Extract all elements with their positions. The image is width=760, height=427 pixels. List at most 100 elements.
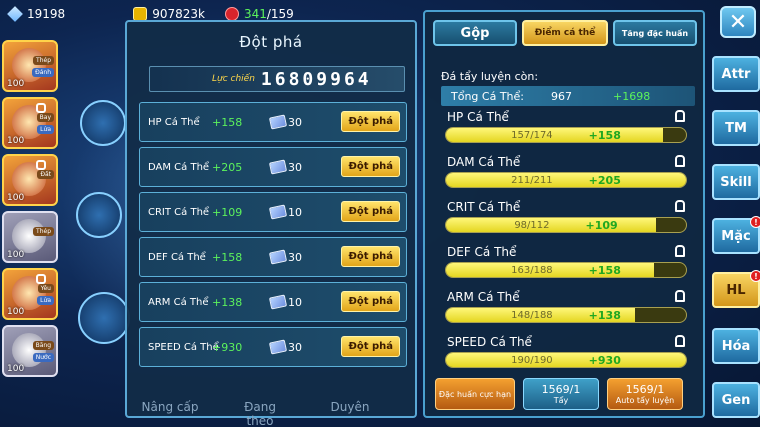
lock-icon[interactable]	[675, 245, 685, 257]
stat-cost: 10	[288, 205, 302, 219]
nav-upgrade[interactable]: Nâng cấp	[140, 400, 200, 427]
scroll-icon	[268, 339, 288, 355]
stat-row: SPEED Cá Thể +930 30 Đột phá	[139, 327, 407, 367]
gold-resource: 907823k	[133, 7, 205, 21]
training-stat-list: HP Cá Thể 157/174 +158 DAM Cá Thể 211/211 +20…	[441, 108, 697, 378]
nav-bond[interactable]: Duyên	[320, 400, 380, 427]
training-stat-name: HP Cá Thể	[447, 110, 509, 124]
gem-icon	[7, 6, 23, 22]
character-card[interactable]: Bay Lửa 100	[2, 97, 58, 149]
menu-skill[interactable]: Skill	[712, 164, 760, 200]
character-card[interactable]: Thép Đánh 100	[2, 40, 58, 92]
menu-mac[interactable]: Mặc!	[712, 216, 760, 254]
breakthrough-button[interactable]: Đột phá	[341, 336, 400, 357]
character-card[interactable]: Thép 100	[2, 211, 58, 263]
progress-bar: 163/188 +158	[445, 262, 687, 278]
tab-individual-points[interactable]: Điểm cá thể	[522, 20, 608, 46]
progress-bar: 98/112 +109	[445, 217, 687, 233]
lock-icon[interactable]	[675, 335, 685, 347]
ultimate-training-button[interactable]: Đặc huấn cực hạn	[435, 378, 515, 410]
wash-count: 1569/1	[541, 383, 581, 396]
progress-value: 163/188	[511, 264, 553, 276]
character-card[interactable]: Đất 100	[2, 154, 58, 206]
type-tag: Đất	[37, 170, 54, 179]
progress-bonus: +930	[588, 353, 621, 367]
equipment-slot[interactable]	[80, 100, 126, 146]
power-value: 16809964	[260, 68, 372, 90]
character-list: Thép Đánh 100 Bay Lửa 100 Đất 100 Thép 1…	[2, 40, 62, 382]
power-display: Lực chiến 16809964	[149, 66, 405, 92]
type-tag: Bay	[36, 113, 54, 122]
type-tag: Lửa	[37, 296, 54, 305]
character-card[interactable]: Yêu Lửa 100	[2, 268, 58, 320]
power-label: Lực chiến	[212, 74, 255, 84]
equipment-slot[interactable]	[76, 192, 122, 238]
character-level: 100	[7, 364, 25, 374]
stat-name: SPEED Cá Thể	[148, 341, 219, 353]
character-card[interactable]: Băng Nước 100	[2, 325, 58, 377]
type-tag: Đánh	[32, 68, 54, 77]
scroll-icon	[268, 249, 288, 265]
auto-wash-button[interactable]: 1569/1 Auto tẩy luyện	[607, 378, 683, 410]
progress-bonus: +158	[588, 128, 621, 142]
lock-icon[interactable]	[675, 290, 685, 302]
wash-button[interactable]: 1569/1 Tẩy	[523, 378, 599, 410]
menu-hoa[interactable]: Hóa	[712, 328, 760, 364]
progress-label: 148/188 +138	[446, 308, 686, 322]
lock-icon[interactable]	[675, 155, 685, 167]
breakthrough-stat-list: HP Cá Thể +158 30 Đột phá DAM Cá Thể +20…	[139, 102, 407, 372]
remaining-label: Đá tẩy luyện còn:	[441, 70, 539, 83]
progress-value: 157/174	[511, 129, 553, 141]
stat-bonus: +138	[212, 295, 243, 309]
stat-row: CRIT Cá Thể +109 10 Đột phá	[139, 192, 407, 232]
training-stat-row: SPEED Cá Thể 190/190 +930	[441, 333, 697, 378]
character-level: 100	[7, 136, 25, 146]
ultimate-label: Đặc huấn cực hạn	[438, 389, 512, 399]
training-stat-row: HP Cá Thể 157/174 +158	[441, 108, 697, 153]
close-button[interactable]: ✕	[720, 6, 756, 38]
bottom-nav: Nâng cấp Đang theo Duyên	[140, 400, 380, 427]
tab-merge[interactable]: Gộp	[433, 20, 517, 46]
breakthrough-button[interactable]: Đột phá	[341, 246, 400, 267]
lock-icon	[36, 274, 46, 284]
menu-hl[interactable]: HL!	[712, 270, 760, 308]
lock-icon	[36, 103, 46, 113]
breakthrough-button[interactable]: Đột phá	[341, 156, 400, 177]
total-bonus: +1698	[613, 89, 651, 103]
character-portrait	[12, 219, 46, 253]
stat-name: DEF Cá Thể	[148, 251, 206, 263]
type-tag: Băng	[32, 341, 54, 350]
menu-attr[interactable]: Attr	[712, 56, 760, 92]
lock-icon[interactable]	[675, 200, 685, 212]
stat-cost: 10	[288, 295, 302, 309]
training-stat-row: ARM Cá Thể 148/188 +138	[441, 288, 697, 333]
type-tag: Thép	[33, 56, 54, 65]
menu-gen[interactable]: Gen	[712, 382, 760, 418]
total-row: Tổng Cá Thể: 967 +1698	[441, 86, 695, 106]
scroll-icon	[268, 159, 288, 175]
menu-label: Skill	[720, 174, 752, 190]
character-level: 100	[7, 193, 25, 203]
progress-bonus: +138	[588, 308, 621, 322]
progress-bonus: +109	[585, 218, 618, 232]
stat-row: ARM Cá Thể +138 10 Đột phá	[139, 282, 407, 322]
stat-cost: 30	[288, 160, 302, 174]
lock-icon	[36, 160, 46, 170]
character-level: 100	[7, 79, 25, 89]
training-stat-name: SPEED Cá Thể	[447, 335, 532, 349]
auto-count: 1569/1	[625, 383, 665, 396]
lock-icon[interactable]	[675, 110, 685, 122]
progress-bonus: +205	[588, 173, 621, 187]
breakthrough-button[interactable]: Đột phá	[341, 291, 400, 312]
menu-tm[interactable]: TM	[712, 110, 760, 146]
character-level: 100	[7, 307, 25, 317]
notification-badge: !	[750, 270, 760, 282]
breakthrough-dialog: Đột phá Lực chiến 16809964 HP Cá Thể +15…	[125, 20, 417, 418]
nav-following[interactable]: Đang theo	[230, 400, 290, 427]
tab-special-training[interactable]: Tăng đặc huấn	[613, 20, 697, 46]
breakthrough-button[interactable]: Đột phá	[341, 111, 400, 132]
fruit-resource: 341/159	[224, 7, 294, 21]
breakthrough-button[interactable]: Đột phá	[341, 201, 400, 222]
stat-bonus: +158	[212, 250, 243, 264]
equipment-slot[interactable]	[78, 292, 130, 344]
